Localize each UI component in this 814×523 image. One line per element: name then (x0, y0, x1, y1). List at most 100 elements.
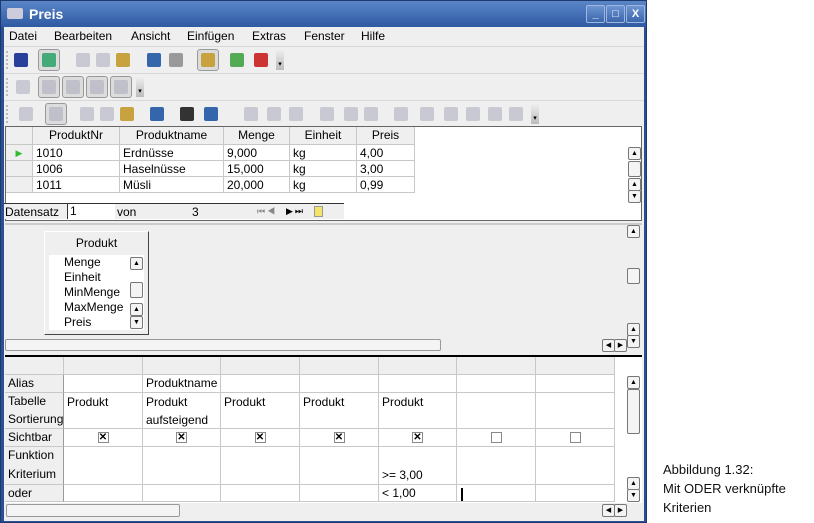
visible-checkbox[interactable]: ✕ (254, 432, 266, 443)
query-column-header[interactable] (457, 357, 536, 375)
edit-icon[interactable] (42, 53, 56, 67)
alias-cell[interactable] (536, 375, 615, 393)
vertical-scroll-thumb[interactable] (628, 161, 641, 177)
scroll-down-button[interactable]: ▼ (627, 335, 640, 348)
table-sort-cell[interactable]: Produkt (300, 393, 379, 429)
menu-ansicht[interactable]: Ansicht (131, 29, 170, 43)
standard-filter-icon[interactable] (364, 107, 378, 121)
column-header-produktnr[interactable]: ProduktNr (33, 127, 120, 145)
table-sort-cell[interactable]: Produkt aufsteigend (143, 393, 221, 429)
data-to-text-icon[interactable] (420, 107, 434, 121)
or-cell[interactable] (536, 485, 615, 502)
table-sort-cell[interactable] (457, 393, 536, 429)
field-list-item[interactable]: Menge (64, 255, 101, 270)
menu-einfuegen[interactable]: Einfügen (187, 29, 234, 43)
save-icon[interactable] (14, 53, 28, 67)
column-header-preis[interactable]: Preis (357, 127, 415, 145)
query-column-header[interactable] (300, 357, 379, 375)
alias-icon[interactable] (90, 80, 104, 94)
data-to-fields-icon[interactable] (444, 107, 458, 121)
apply-filter-icon[interactable] (344, 107, 358, 121)
function-criterion-cell[interactable] (143, 447, 221, 485)
design-view-icon[interactable] (201, 53, 215, 67)
minimize-button[interactable]: _ (586, 5, 605, 23)
toolbar-grip[interactable] (6, 78, 9, 96)
scroll-right-button[interactable]: ▶ (614, 339, 627, 352)
data-cell[interactable]: 0,99 (357, 177, 415, 193)
visible-checkbox[interactable] (569, 432, 581, 443)
table-name-icon[interactable] (66, 80, 80, 94)
sort-icon[interactable] (244, 107, 258, 121)
nav-next-last-icons[interactable]: ▶⏭ (286, 206, 305, 217)
visible-checkbox[interactable]: ✕ (97, 432, 109, 443)
paste-icon[interactable] (120, 107, 134, 121)
menu-datei[interactable]: Datei (9, 29, 37, 43)
nav-first-prev-icons[interactable]: ⏮◀ (257, 206, 277, 217)
table-sort-cell[interactable]: Produkt (64, 393, 143, 429)
function-criterion-cell[interactable] (221, 447, 300, 485)
paste-icon[interactable] (116, 53, 130, 67)
data-cell[interactable]: 4,00 (357, 145, 415, 161)
record-number-field[interactable]: 1 (67, 204, 115, 219)
alias-cell[interactable] (221, 375, 300, 393)
save-record-icon[interactable] (19, 107, 33, 121)
new-record-icon[interactable] (314, 206, 323, 217)
query-column-header[interactable] (143, 357, 221, 375)
clear-query-icon[interactable] (254, 53, 268, 67)
visible-checkbox[interactable]: ✕ (412, 432, 423, 443)
function-criterion-cell[interactable] (457, 447, 536, 485)
data-cell[interactable]: Müsli (120, 177, 224, 193)
distinct-values-icon[interactable] (114, 80, 128, 94)
scroll-up-button[interactable]: ▲ (130, 257, 143, 270)
scroll-down-button[interactable]: ▼ (130, 316, 143, 329)
row-header[interactable] (6, 161, 33, 177)
table-sort-cell[interactable]: Produkt (379, 393, 457, 429)
table-window-produkt[interactable]: Produkt Menge Einheit MinMenge MaxMenge Prei… (44, 231, 149, 335)
vertical-scroll-thumb[interactable] (627, 268, 640, 284)
data-source-icon[interactable] (488, 107, 502, 121)
title-bar[interactable]: Preis _ □ X (1, 1, 646, 27)
autofilter-icon[interactable] (320, 107, 334, 121)
sort-ascending-icon[interactable] (267, 107, 281, 121)
menu-bearbeiten[interactable]: Bearbeiten (54, 29, 112, 43)
undo-icon[interactable] (147, 53, 161, 67)
or-cell[interactable] (457, 485, 536, 502)
field-list-item[interactable]: Preis (64, 315, 91, 330)
cut-icon[interactable] (76, 53, 90, 67)
field-list-item[interactable]: MinMenge (64, 285, 120, 300)
menu-extras[interactable]: Extras (252, 29, 286, 43)
menu-fenster[interactable]: Fenster (304, 29, 345, 43)
data-cell[interactable]: Erdnüsse (120, 145, 224, 161)
refresh-icon[interactable] (204, 107, 218, 121)
query-column-header[interactable] (64, 357, 143, 375)
edit-data-icon[interactable] (49, 107, 63, 121)
scroll-down-button[interactable]: ▼ (628, 190, 641, 203)
data-cell[interactable]: 15,000 (224, 161, 290, 177)
scroll-up-button[interactable]: ▲ (130, 303, 143, 316)
table-sort-cell[interactable]: Produkt (221, 393, 300, 429)
data-cell[interactable]: 1011 (33, 177, 120, 193)
alias-cell[interactable]: Produktname (143, 375, 221, 393)
horizontal-scrollbar[interactable] (5, 339, 441, 351)
functions-icon[interactable] (42, 80, 56, 94)
remove-filter-icon[interactable] (394, 107, 408, 121)
field-list-item[interactable]: MaxMenge (64, 300, 123, 315)
data-cell[interactable]: kg (290, 177, 357, 193)
cut-icon[interactable] (80, 107, 94, 121)
mail-merge-icon[interactable] (466, 107, 480, 121)
column-header-einheit[interactable]: Einheit (290, 127, 357, 145)
data-cell[interactable]: 9,000 (224, 145, 290, 161)
visible-checkbox[interactable]: ✕ (176, 432, 187, 443)
data-cell[interactable]: kg (290, 161, 357, 177)
or-cell[interactable]: < 1,00 (379, 485, 457, 502)
scroll-down-button[interactable]: ▼ (627, 489, 640, 502)
function-criterion-cell[interactable] (536, 447, 615, 485)
find-icon[interactable] (180, 107, 194, 121)
run-query-icon[interactable] (230, 53, 244, 67)
alias-cell[interactable] (379, 375, 457, 393)
function-criterion-cell[interactable] (300, 447, 379, 485)
or-cell[interactable] (64, 485, 143, 502)
data-cell[interactable]: 1010 (33, 145, 120, 161)
or-cell[interactable] (143, 485, 221, 502)
data-cell[interactable]: 3,00 (357, 161, 415, 177)
